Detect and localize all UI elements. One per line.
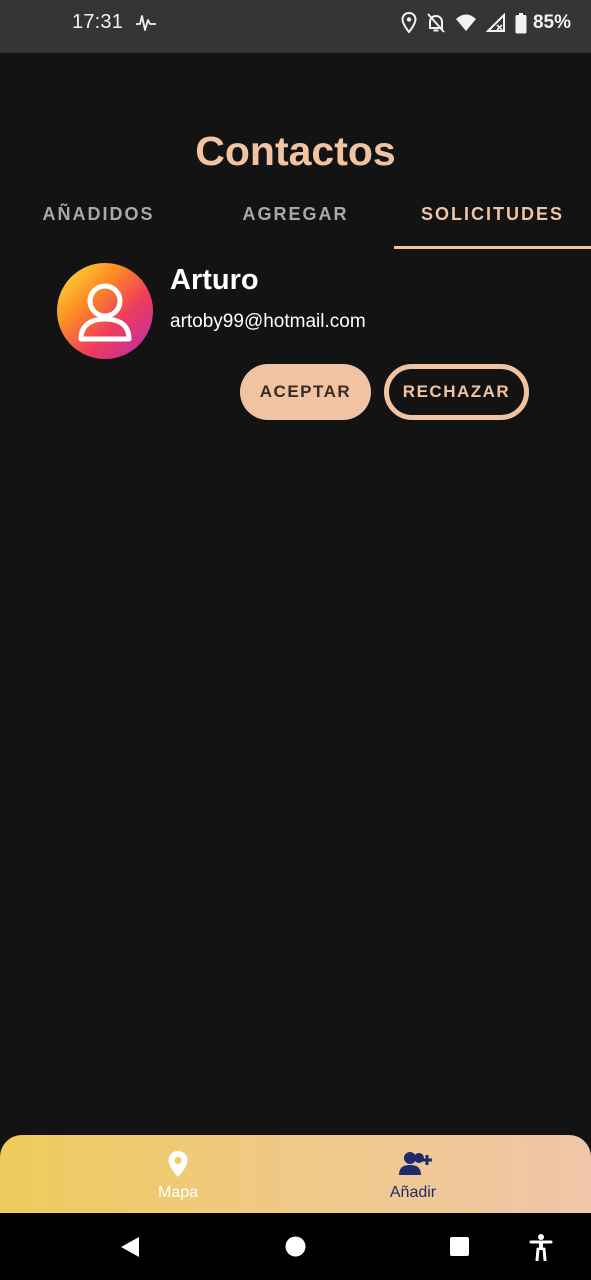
accept-button[interactable]: ACEPTAR <box>240 364 371 420</box>
nav-label-anadir: Añadir <box>389 1184 437 1201</box>
page-title: Contactos <box>195 128 396 174</box>
nav-item-anadir[interactable]: Añadir <box>338 1135 488 1213</box>
nav-label-mapa: Mapa <box>157 1184 199 1201</box>
add-person-icon <box>399 1152 432 1175</box>
accessibility-icon[interactable] <box>529 1233 553 1261</box>
notifications-off-icon <box>426 12 446 34</box>
reject-button[interactable]: RECHAZAR <box>384 364 529 420</box>
pulse-icon <box>135 12 157 39</box>
contact-email: artoby99@hotmail.com <box>170 311 366 332</box>
contact-name: Arturo <box>170 264 259 296</box>
system-nav-bar <box>0 1213 591 1280</box>
location-icon <box>401 12 417 34</box>
nav-item-mapa[interactable]: Mapa <box>103 1135 253 1213</box>
status-time: 17:31 <box>72 11 124 33</box>
battery-percent: 85% <box>532 12 571 33</box>
tab-indicator <box>394 246 591 249</box>
map-pin-icon <box>168 1151 188 1177</box>
avatar <box>57 263 153 359</box>
tab-solicitudes[interactable]: SOLICITUDES <box>394 204 591 225</box>
status-bar: 17:31 85% <box>0 0 591 53</box>
tab-agregar[interactable]: AGREGAR <box>197 204 394 225</box>
back-icon[interactable] <box>119 1236 141 1258</box>
recents-icon[interactable] <box>449 1236 470 1257</box>
battery-icon <box>515 12 527 34</box>
signal-icon <box>485 13 506 33</box>
home-icon[interactable] <box>285 1236 306 1257</box>
tab-anadidos[interactable]: AÑADIDOS <box>0 204 197 225</box>
user-icon <box>78 283 132 342</box>
bottom-nav: Mapa Añadir <box>0 1135 591 1213</box>
wifi-icon <box>455 13 477 33</box>
